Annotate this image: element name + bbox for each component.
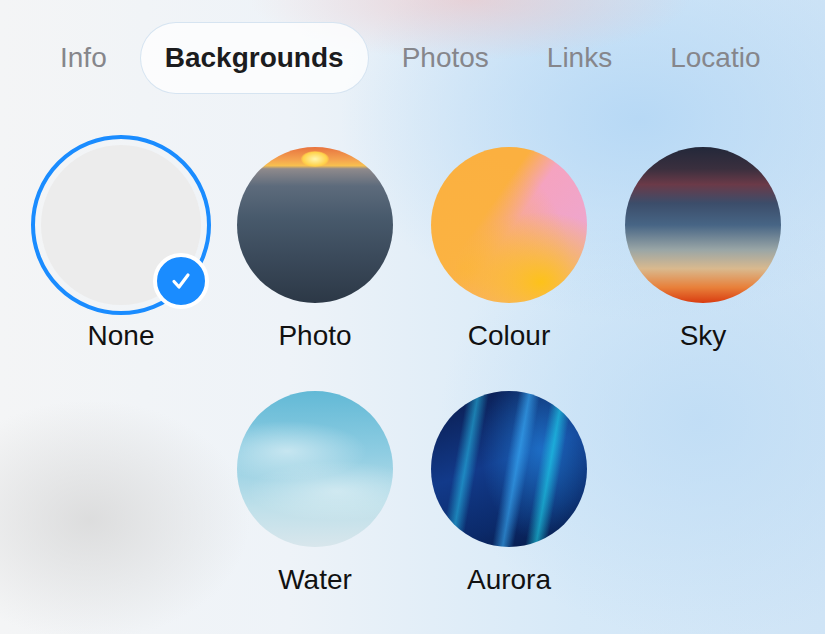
tab-bar: InfoBackgroundsPhotosLinksLocatio — [0, 0, 825, 94]
backgrounds-screen: InfoBackgroundsPhotosLinksLocatio None Pho… — [0, 0, 825, 634]
checkmark-badge — [153, 253, 209, 309]
background-option[interactable]: Photo — [218, 135, 412, 353]
background-label: Sky — [680, 319, 727, 353]
tab[interactable]: Links — [522, 22, 637, 94]
swatch — [237, 391, 393, 547]
tab[interactable]: Photos — [377, 22, 514, 94]
background-label: Photo — [278, 319, 351, 353]
background-option[interactable]: Aurora — [412, 379, 606, 597]
background-grid: None Photo Colour Sky Water Aurora — [0, 94, 825, 597]
swatch-ring — [225, 135, 405, 315]
swatch-ring — [613, 135, 793, 315]
swatch — [625, 147, 781, 303]
tab[interactable]: Locatio — [645, 22, 785, 94]
sun — [301, 151, 329, 167]
tab[interactable]: Backgrounds — [140, 22, 369, 94]
swatch-ring — [225, 379, 405, 559]
swatch — [237, 147, 393, 303]
tab[interactable]: Info — [35, 22, 132, 94]
background-option[interactable]: Colour — [412, 135, 606, 353]
swatch — [431, 147, 587, 303]
swatch — [431, 391, 587, 547]
background-option[interactable]: None — [24, 135, 218, 353]
swatch-ring — [419, 379, 599, 559]
background-label: None — [88, 319, 155, 353]
background-label: Water — [278, 563, 352, 597]
background-option[interactable]: Water — [218, 379, 412, 597]
swatch-ring — [31, 135, 211, 315]
swatch-ring — [419, 135, 599, 315]
background-option[interactable]: Sky — [606, 135, 800, 353]
background-label: Colour — [468, 319, 550, 353]
checkmark-icon — [166, 266, 196, 296]
background-label: Aurora — [467, 563, 551, 597]
